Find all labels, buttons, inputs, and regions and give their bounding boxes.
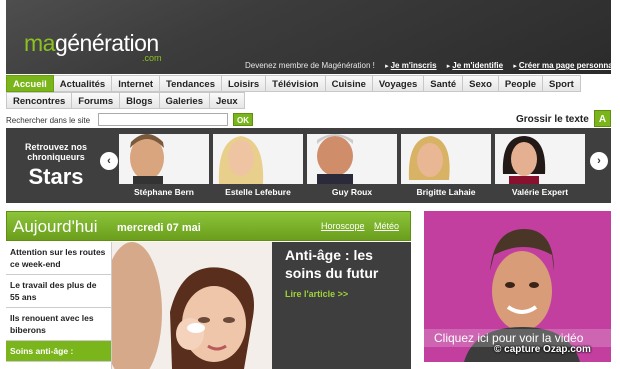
today-title: Aujourd'hui bbox=[13, 217, 98, 236]
member-bar: Devenez membre de Magénération ! ▸ Je m'i… bbox=[245, 61, 620, 70]
today-article-item[interactable]: Soins anti-âge : bbox=[6, 341, 111, 362]
star-card[interactable]: Brigitte Lahaie bbox=[401, 134, 491, 199]
nav-galeries[interactable]: Galeries bbox=[159, 92, 210, 109]
arrow-icon: ▸ bbox=[385, 63, 389, 70]
today-feature-image[interactable] bbox=[112, 242, 272, 369]
login-link[interactable]: Je m'identifie bbox=[452, 61, 503, 70]
logo-part-a: ma bbox=[24, 30, 55, 56]
today-date: mercredi 07 mai bbox=[117, 222, 201, 234]
star-photo bbox=[307, 134, 397, 184]
nav-loisirs[interactable]: Loisirs bbox=[221, 75, 267, 92]
today-article-item[interactable]: Attention sur les routes ce week-end bbox=[6, 242, 111, 275]
stars-tagline: Retrouvez nos chroniqueurs bbox=[24, 142, 87, 162]
star-card[interactable]: Valérie Expert bbox=[495, 134, 585, 199]
nav-rencontres[interactable]: Rencontres bbox=[6, 92, 73, 109]
star-name: Stéphane Bern bbox=[134, 187, 194, 197]
nav-television[interactable]: Télévision bbox=[266, 75, 326, 92]
arrow-icon: ▸ bbox=[513, 63, 517, 70]
nav-voyages[interactable]: Voyages bbox=[372, 75, 425, 92]
nav-accueil[interactable]: Accueil bbox=[6, 75, 54, 92]
today-header: Aujourd'hui mercredi 07 mai Horoscope Mé… bbox=[6, 211, 411, 241]
nav-tendances[interactable]: Tendances bbox=[160, 75, 222, 92]
member-text: Devenez membre de Magénération ! bbox=[245, 61, 375, 70]
arrow-icon: ▸ bbox=[446, 63, 451, 70]
nav-blogs[interactable]: Blogs bbox=[120, 92, 160, 109]
signup-link[interactable]: Je m'inscris bbox=[391, 61, 437, 70]
star-card[interactable]: Estelle Lefebure bbox=[213, 134, 303, 199]
star-photo bbox=[401, 134, 491, 184]
meteo-link[interactable]: Météo bbox=[374, 221, 399, 231]
nav-cuisine[interactable]: Cuisine bbox=[325, 75, 373, 92]
nav-actualites[interactable]: Actualités bbox=[53, 75, 113, 92]
stars-carousel: Retrouvez nos chroniqueurs Stars ‹ Stéph… bbox=[6, 128, 611, 203]
read-article-link[interactable]: Lire l'article >> bbox=[285, 289, 348, 299]
carousel-prev-button[interactable]: ‹ bbox=[100, 152, 118, 170]
star-name: Brigitte Lahaie bbox=[416, 187, 476, 197]
secondary-nav: Rencontres Forums Blogs Galeries Jeux bbox=[6, 92, 245, 109]
video-panel[interactable]: Cliquez ici pour voir la vidéo bbox=[424, 211, 611, 362]
main-nav: Accueil Actualités Internet Tendances Lo… bbox=[6, 75, 581, 92]
today-article-item[interactable]: Ils renouent avec les biberons bbox=[6, 308, 111, 341]
stars-title: Stars bbox=[28, 164, 84, 189]
feature-title[interactable]: Anti-âge : les soins du futur bbox=[285, 246, 405, 282]
star-name: Estelle Lefebure bbox=[225, 187, 291, 197]
search-label: Rechercher dans le site bbox=[6, 116, 91, 125]
star-name: Valérie Expert bbox=[511, 187, 569, 197]
nav-internet[interactable]: Internet bbox=[112, 75, 161, 92]
capture-credit: © capture Ozap.com bbox=[494, 344, 591, 355]
star-card[interactable]: Guy Roux bbox=[307, 134, 397, 199]
star-photo bbox=[119, 134, 209, 184]
personal-page-link[interactable]: Créer ma page personnalisée bbox=[519, 61, 620, 70]
star-photo bbox=[213, 134, 303, 184]
nav-jeux[interactable]: Jeux bbox=[210, 92, 245, 109]
logo-domain: .com bbox=[142, 53, 162, 63]
site-header: magénération .com Devenez membre de Magé… bbox=[6, 0, 620, 74]
star-card[interactable]: Stéphane Bern bbox=[119, 134, 209, 199]
star-name: Guy Roux bbox=[331, 187, 373, 197]
nav-sport[interactable]: Sport bbox=[543, 75, 581, 92]
site-logo[interactable]: magénération bbox=[24, 30, 159, 57]
horoscope-link[interactable]: Horoscope bbox=[321, 221, 365, 231]
text-size-button[interactable]: A bbox=[594, 110, 611, 127]
nav-sante[interactable]: Santé bbox=[424, 75, 464, 92]
today-article-item[interactable]: Le travail des plus de 55 ans bbox=[6, 275, 111, 308]
today-feature-panel: Anti-âge : les soins du futur Lire l'art… bbox=[272, 242, 411, 369]
search-button[interactable]: OK bbox=[233, 113, 253, 126]
star-photo bbox=[495, 134, 585, 184]
search-input[interactable] bbox=[98, 113, 228, 126]
text-size-label: Grossir le texte bbox=[516, 114, 589, 125]
nav-sexo[interactable]: Sexo bbox=[463, 75, 499, 92]
nav-people[interactable]: People bbox=[498, 75, 544, 92]
nav-forums[interactable]: Forums bbox=[72, 92, 121, 109]
carousel-next-button[interactable]: › bbox=[590, 152, 608, 170]
today-article-list: Attention sur les routes ce week-end Le … bbox=[6, 242, 112, 369]
